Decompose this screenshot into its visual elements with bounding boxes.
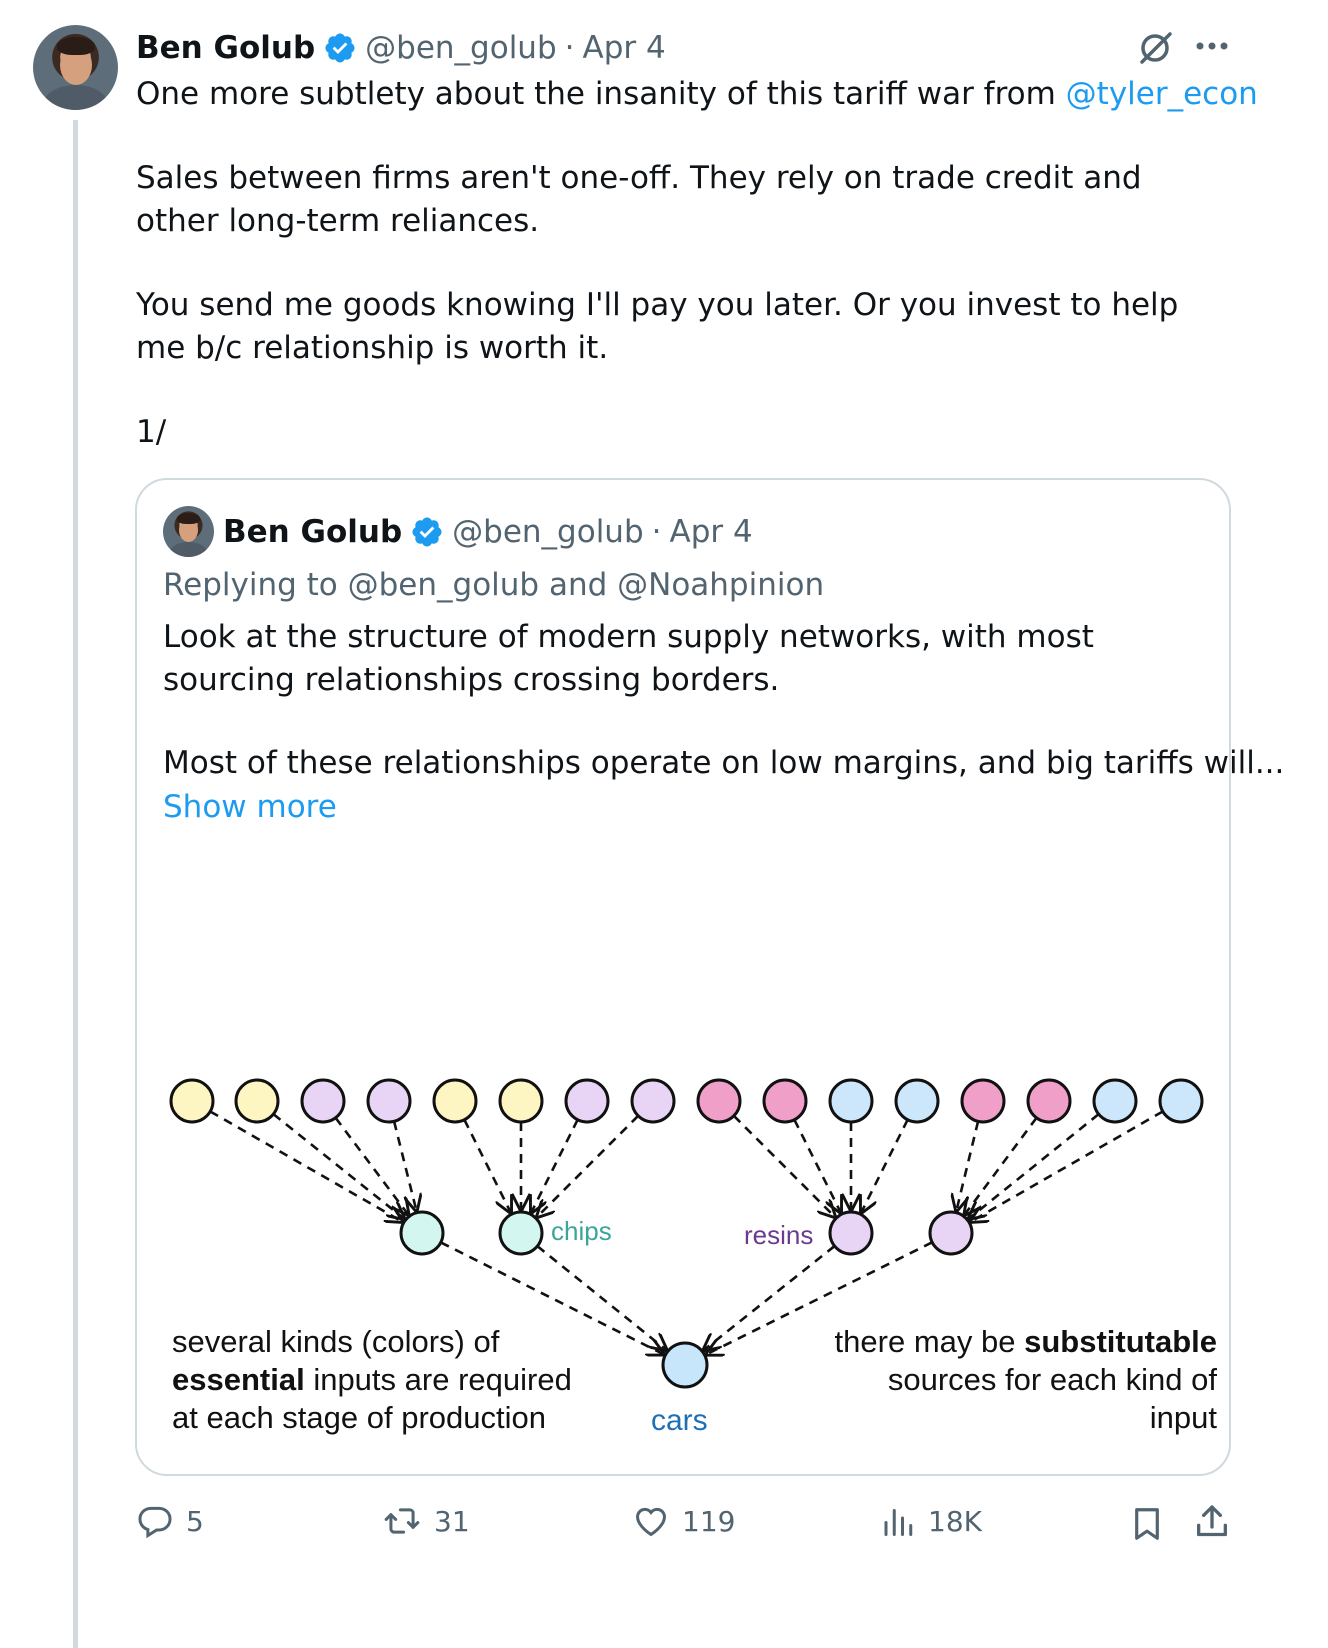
- supplier-node-7: [564, 1078, 610, 1124]
- edge-supplier-16-to-stage-4: [971, 1110, 1164, 1221]
- repost-button[interactable]: 31: [382, 1502, 470, 1540]
- edge-supplier-8-to-stage-2: [537, 1114, 640, 1217]
- supplier-node-6: [498, 1078, 544, 1124]
- left-caption-rest: inputs are required: [305, 1362, 572, 1397]
- quote-paragraph-1: Look at the structure of modern supply n…: [163, 619, 1104, 698]
- author-handle[interactable]: @ben_golub: [365, 30, 556, 66]
- edge-supplier-13-to-stage-4: [956, 1121, 980, 1210]
- supplier-node-5: [432, 1078, 478, 1124]
- intermediate-node-4: [928, 1210, 974, 1256]
- repost-icon: [384, 1508, 420, 1534]
- quote-header-separator: ·: [651, 514, 662, 550]
- supplier-node-1: [169, 1078, 215, 1124]
- tweet-text-line1: One more subtlety about the insanity of …: [136, 73, 1258, 116]
- supplier-node-9: [696, 1078, 742, 1124]
- like-count: 119: [682, 1504, 736, 1538]
- views-icon: [884, 1509, 913, 1536]
- tweet-paragraph-3: You send me goods knowing I'll pay you l…: [136, 287, 1189, 366]
- show-more-link[interactable]: Show more: [163, 786, 337, 829]
- author-avatar[interactable]: [33, 25, 118, 110]
- more-icon[interactable]: [1194, 36, 1230, 56]
- quote-header: Ben Golub @ben_golub · Apr 4: [223, 510, 753, 554]
- edge-stage-2-to-cars: [536, 1245, 666, 1350]
- diagram-edges: [209, 1110, 1164, 1354]
- edge-supplier-12-to-stage-3: [861, 1119, 909, 1213]
- supplier-node-13: [960, 1078, 1006, 1124]
- views-count: 18K: [928, 1504, 982, 1538]
- edge-supplier-5-to-stage-2: [463, 1119, 510, 1213]
- quote-author-avatar[interactable]: [163, 506, 214, 557]
- views-button[interactable]: 18K: [880, 1502, 982, 1540]
- reply-button[interactable]: 5: [136, 1502, 204, 1540]
- header-separator: ·: [564, 30, 575, 66]
- share-button[interactable]: [1192, 1502, 1232, 1546]
- edge-supplier-15-to-stage-4: [969, 1113, 1100, 1218]
- left-caption-bold: essential: [172, 1362, 305, 1397]
- tweet-paragraph-2: Sales between firms aren't one-off. They…: [136, 160, 1152, 239]
- tweet-text-intro: One more subtlety about the insanity of …: [136, 76, 1066, 112]
- edge-supplier-14-to-stage-4: [965, 1117, 1038, 1215]
- intermediate-node-2: [498, 1210, 544, 1256]
- like-button[interactable]: 119: [632, 1502, 735, 1540]
- supplier-node-14: [1026, 1078, 1072, 1124]
- left-caption-line3: at each stage of production: [172, 1400, 546, 1435]
- edge-supplier-4-to-stage-1: [392, 1121, 416, 1210]
- supplier-node-15: [1092, 1078, 1138, 1124]
- replying-to: Replying to @ben_golub and @Noahpinion: [163, 567, 825, 603]
- thread-line: [73, 120, 78, 1648]
- right-caption-bold: substitutable: [1024, 1324, 1217, 1359]
- supplier-node-11: [828, 1078, 874, 1124]
- repost-count: 31: [434, 1504, 470, 1538]
- supplier-node-4: [366, 1078, 412, 1124]
- bookmark-button[interactable]: [1128, 1504, 1166, 1548]
- label-cars: cars: [651, 1404, 708, 1437]
- verified-badge-icon: [323, 31, 357, 65]
- right-caption-line3: input: [1150, 1400, 1218, 1435]
- right-caption-line1: there may be substitutable: [835, 1324, 1217, 1359]
- quote-author-handle: @ben_golub: [452, 514, 644, 550]
- edge-supplier-9-to-stage-3: [732, 1114, 835, 1217]
- reply-count: 5: [186, 1504, 204, 1538]
- share-icon: [1197, 1505, 1227, 1537]
- label-chips: chips: [551, 1216, 612, 1246]
- tweet-header: Ben Golub @ben_golub · Apr 4: [136, 26, 666, 70]
- tweet-date[interactable]: Apr 4: [583, 30, 666, 66]
- intermediate-node-3: [828, 1210, 874, 1256]
- tweet-paragraph-4: 1/: [136, 414, 167, 450]
- supply-network-diagram: chips resins cars several kinds (colors)…: [169, 1078, 1218, 1437]
- supplier-node-12: [894, 1078, 940, 1124]
- supplier-node-8: [630, 1078, 676, 1124]
- quote-date: Apr 4: [669, 514, 753, 550]
- quote-author-name: Ben Golub: [223, 514, 403, 550]
- right-caption-pre: there may be: [835, 1324, 1025, 1359]
- supplier-node-16: [1158, 1078, 1204, 1124]
- quote-paragraph-2: Most of these relationships operate on l…: [163, 745, 1285, 781]
- reply-icon: [138, 1506, 172, 1539]
- left-caption-line2: essential inputs are required: [172, 1362, 572, 1397]
- intermediate-node-1: [399, 1210, 445, 1256]
- like-icon: [636, 1507, 666, 1537]
- quote-verified-badge-icon: [410, 515, 444, 549]
- author-name[interactable]: Ben Golub: [136, 30, 315, 66]
- left-caption-line1: several kinds (colors) of: [172, 1324, 500, 1359]
- edge-supplier-2-to-stage-1: [272, 1113, 404, 1219]
- supplier-node-2: [234, 1078, 280, 1124]
- label-resins: resins: [744, 1220, 813, 1250]
- right-caption-line2: sources for each kind of: [888, 1362, 1218, 1397]
- cars-node: [661, 1341, 709, 1389]
- edge-stage-3-to-cars: [704, 1245, 836, 1350]
- supplier-node-3: [300, 1078, 346, 1124]
- mention-link[interactable]: @tyler_econ: [1066, 76, 1258, 112]
- supplier-node-10: [762, 1078, 808, 1124]
- edge-supplier-3-to-stage-1: [334, 1117, 409, 1215]
- grok-icon[interactable]: [1136, 28, 1176, 68]
- edge-supplier-1-to-stage-1: [209, 1110, 402, 1221]
- bookmark-icon: [1135, 1508, 1159, 1540]
